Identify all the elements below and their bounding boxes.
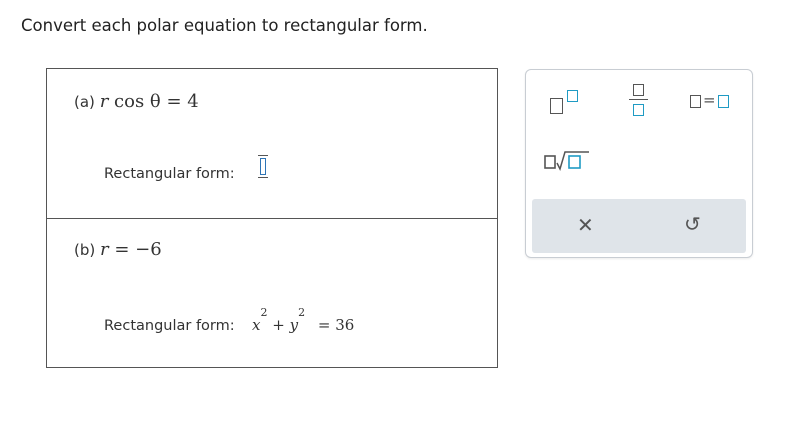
part-b-answer-rhs: = 36: [317, 316, 355, 334]
part-a-answer-input[interactable]: [258, 155, 268, 179]
palette-action-bar: ✕ ↺: [532, 199, 746, 253]
equation-template-button[interactable]: =: [690, 91, 736, 110]
plus-sign: +: [272, 316, 285, 334]
part-a-label: (a): [74, 93, 95, 111]
part-b-rhs: = −6: [114, 239, 162, 260]
part-b-rect-label: Rectangular form:: [104, 318, 235, 334]
r-variable: r: [99, 91, 109, 112]
cos-function: cos: [114, 91, 145, 112]
part-b-math: r = −6: [100, 239, 162, 260]
part-a-math: r cos θ = 4: [100, 91, 199, 112]
box-root-box-icon: [544, 151, 589, 172]
problem-prompt: Convert each polar equation to rectangul…: [21, 16, 428, 35]
input-cursor-box: [260, 158, 266, 175]
x-exponent: 2: [260, 306, 268, 319]
part-divider: [47, 218, 497, 219]
y-variable: y: [289, 316, 299, 334]
part-a-rect-label: Rectangular form:: [104, 166, 235, 182]
answer-panel: (a) r cos θ = 4 Rectangular form: (b) r …: [46, 68, 498, 368]
fraction-template-button[interactable]: [629, 84, 649, 118]
part-a-equation: (a) r cos θ = 4: [74, 91, 199, 112]
exponent-template-button[interactable]: [550, 88, 584, 116]
theta-symbol: θ: [149, 91, 161, 112]
part-b-label: (b): [74, 241, 96, 259]
input-cap-bottom: [258, 177, 268, 178]
clear-button[interactable]: ✕: [570, 211, 600, 241]
input-cap-top: [258, 155, 268, 156]
nth-root-template-button[interactable]: [544, 148, 592, 174]
undo-button[interactable]: ↺: [678, 211, 708, 241]
math-palette: = ✕ ↺: [525, 69, 753, 258]
equals-sign: =: [703, 91, 716, 109]
part-a-rhs: = 4: [166, 91, 199, 112]
close-icon: ✕: [577, 213, 594, 237]
y-exponent: 2: [298, 306, 306, 319]
r-variable: r: [100, 239, 109, 260]
undo-icon: ↺: [684, 212, 701, 236]
part-b-answer-input[interactable]: x2 + y2 = 36: [252, 306, 355, 334]
part-b-equation: (b) r = −6: [74, 239, 162, 260]
